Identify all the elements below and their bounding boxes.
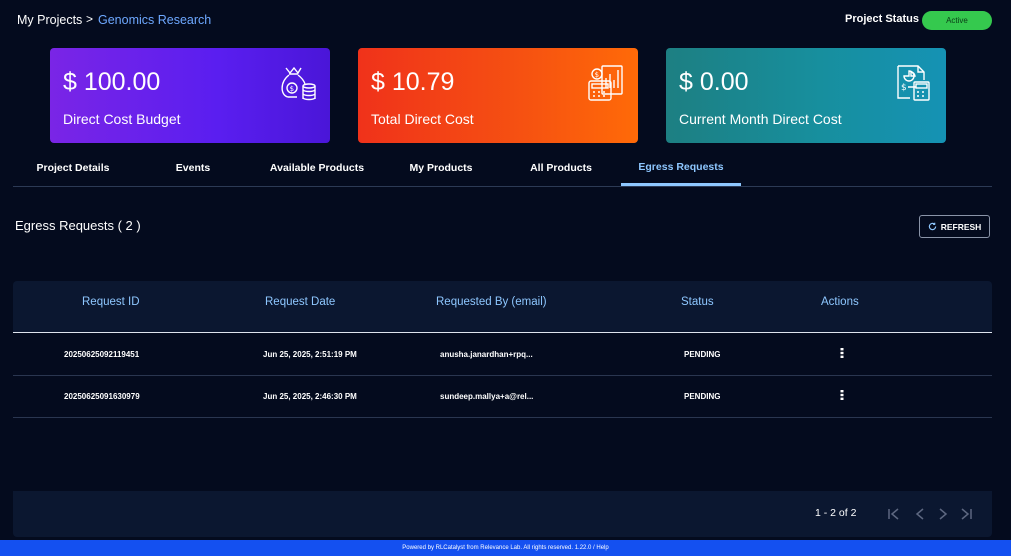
project-tabs: Project Details Events Available Product… <box>13 150 992 187</box>
table-pagination: 1 - 2 of 2 <box>13 491 992 537</box>
card-label: Direct Cost Budget <box>63 111 181 127</box>
project-status-label: Project Status : <box>845 13 926 25</box>
breadcrumb-current-project[interactable]: Genomics Research <box>98 13 211 27</box>
table-header: Request ID Request Date Requested By (em… <box>13 281 992 333</box>
money-bag-icon: $ <box>281 66 316 101</box>
refresh-label: REFRESH <box>940 221 982 232</box>
tab-my-products[interactable]: My Products <box>391 150 491 186</box>
first-page-icon[interactable] <box>887 508 901 520</box>
footer-bar: Powered by RLCatalyst from Relevance Lab… <box>0 540 1011 556</box>
svg-text:$: $ <box>595 71 599 79</box>
more-actions-icon[interactable] <box>839 346 845 360</box>
request-date: Jun 25, 2025, 2:51:19 PM <box>263 350 357 359</box>
calculator-chart-icon: $ <box>588 65 623 101</box>
table-row: 20250625091630979 Jun 25, 2025, 2:46:30 … <box>13 376 992 418</box>
tab-available-products[interactable]: Available Products <box>257 150 377 186</box>
next-page-icon[interactable] <box>938 508 948 520</box>
pagination-range: 1 - 2 of 2 <box>815 507 857 519</box>
refresh-icon <box>928 222 936 231</box>
card-value: $ 10.79 <box>371 68 455 96</box>
column-header-request-id[interactable]: Request ID <box>82 296 140 308</box>
column-header-request-date[interactable]: Request Date <box>265 296 335 308</box>
section-title: Egress Requests ( 2 ) <box>15 218 141 233</box>
direct-cost-budget-card: $ 100.00 Direct Cost Budget $ <box>50 48 330 143</box>
breadcrumb-my-projects[interactable]: My Projects <box>17 13 82 27</box>
card-label: Current Month Direct Cost <box>679 111 842 127</box>
card-value: $ 0.00 <box>679 68 749 96</box>
chevron-right-icon: > <box>86 12 94 26</box>
invoice-calculator-icon: $ <box>897 65 930 101</box>
total-direct-cost-card: $ 10.79 Total Direct Cost $ <box>358 48 638 143</box>
requested-by-email: sundeep.mallya+a@rel... <box>440 392 534 401</box>
request-id: 20250625092119451 <box>64 350 140 359</box>
column-header-requested-by[interactable]: Requested By (email) <box>436 296 547 308</box>
top-bar: My Projects > Genomics Research Project … <box>0 0 1011 40</box>
last-page-icon[interactable] <box>959 508 973 520</box>
column-header-actions: Actions <box>821 296 859 308</box>
status-badge: Active <box>922 11 992 30</box>
card-value: $ 100.00 <box>63 68 161 96</box>
request-id: 20250625091630979 <box>64 392 140 401</box>
previous-page-icon[interactable] <box>915 508 925 520</box>
requested-by-email: anusha.janardhan+rpq... <box>440 350 533 359</box>
svg-text:$: $ <box>290 85 294 93</box>
tab-egress-requests[interactable]: Egress Requests <box>621 150 741 186</box>
svg-text:$: $ <box>901 83 907 93</box>
refresh-button[interactable]: REFRESH <box>919 215 990 238</box>
tab-events[interactable]: Events <box>153 150 233 186</box>
table-row: 20250625092119451 Jun 25, 2025, 2:51:19 … <box>13 334 992 376</box>
card-label: Total Direct Cost <box>371 111 474 127</box>
tab-project-details[interactable]: Project Details <box>13 150 133 186</box>
tab-all-products[interactable]: All Products <box>511 150 611 186</box>
request-status: PENDING <box>684 392 721 401</box>
request-status: PENDING <box>684 350 721 359</box>
current-month-direct-cost-card: $ 0.00 Current Month Direct Cost $ <box>666 48 946 143</box>
column-header-status[interactable]: Status <box>681 296 714 308</box>
more-actions-icon[interactable] <box>839 388 845 402</box>
request-date: Jun 25, 2025, 2:46:30 PM <box>263 392 357 401</box>
